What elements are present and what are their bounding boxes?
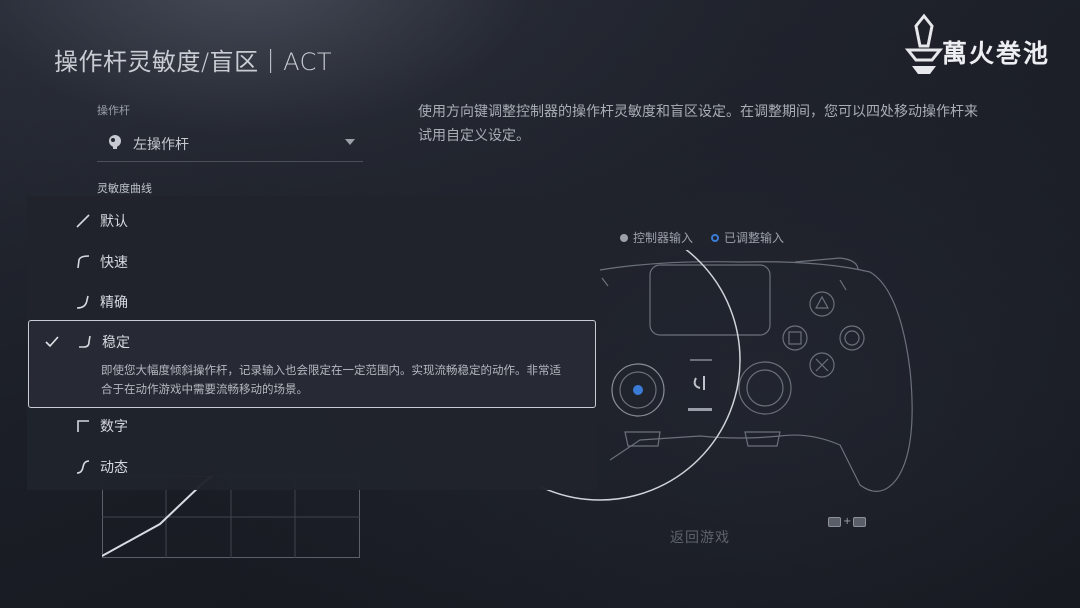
thumbstick-icon xyxy=(109,135,121,149)
curve-option-label: 动态 xyxy=(100,460,128,476)
description-text: 使用方向键调整控制器的操作杆灵敏度和盲区设定。在调整期间，您可以四处移动操作杆来… xyxy=(418,104,978,144)
shortcut-plus: + xyxy=(843,516,852,527)
stick-select-value: 左操作杆 xyxy=(133,137,189,153)
curve-option-label: 默认 xyxy=(100,214,128,230)
legend-controller-input-label: 控制器输入 xyxy=(633,231,694,245)
curve-dropdown-menu: 默认 快速 精确 稳定 即使您大幅度倾斜操作杆，记录输入也会限定在一定范围内。实… xyxy=(27,196,597,490)
curve-option-label: 数字 xyxy=(100,419,128,435)
curve-option-default[interactable]: 默认 xyxy=(27,200,597,240)
curve-fast-icon xyxy=(77,255,90,269)
curve-stable-icon xyxy=(79,335,91,348)
curve-option-dynamic[interactable]: 动态 xyxy=(27,446,597,486)
curve-label: 灵敏度曲线 xyxy=(97,182,152,195)
curve-option-stable[interactable]: 稳定 即使您大幅度倾斜操作杆，记录输入也会限定在一定范围内。实现流畅稳定的动作。… xyxy=(28,320,596,408)
page-title: 操作杆灵敏度/盲区｜ACT xyxy=(54,48,332,76)
controller-illustration-icon xyxy=(540,250,913,501)
curve-digital-icon xyxy=(77,420,89,432)
checkmark-icon xyxy=(45,336,59,348)
curve-linear-icon xyxy=(76,214,90,228)
legend-blue-dot-icon xyxy=(711,233,720,242)
curve-option-description: 即使您大幅度倾斜操作杆，记录输入也会限定在一定范围内。实现流畅稳定的动作。非常适… xyxy=(101,363,561,396)
chevron-down-icon xyxy=(345,139,355,145)
curve-option-digital[interactable]: 数字 xyxy=(27,405,597,445)
curve-option-label: 快速 xyxy=(100,255,128,271)
legend-adjusted-input-label: 已调整输入 xyxy=(724,231,785,245)
curve-dynamic-icon xyxy=(76,460,90,474)
key-icon xyxy=(828,516,841,527)
back-to-game-button[interactable]: 返回游戏 xyxy=(670,527,730,547)
curve-option-label: 精确 xyxy=(100,295,128,311)
curve-option-fast[interactable]: 快速 xyxy=(27,241,597,281)
curve-precise-icon xyxy=(76,295,89,309)
legend-controller-input: 控制器输入 xyxy=(620,229,693,246)
curve-option-precise[interactable]: 精确 xyxy=(27,281,597,321)
legend-adjusted-input: 已调整输入 xyxy=(711,229,784,246)
input-legend: 控制器输入 已调整输入 xyxy=(620,229,802,246)
shortcut-hint: + xyxy=(828,516,867,527)
curve-option-label: 稳定 xyxy=(102,335,130,351)
stick-select[interactable]: 左操作杆 xyxy=(97,124,363,162)
stick-label: 操作杆 xyxy=(97,104,130,117)
legend-grey-dot-icon xyxy=(620,233,628,242)
key-icon xyxy=(853,516,867,527)
brand-logo-text: 萬火巻池 xyxy=(942,39,1051,68)
